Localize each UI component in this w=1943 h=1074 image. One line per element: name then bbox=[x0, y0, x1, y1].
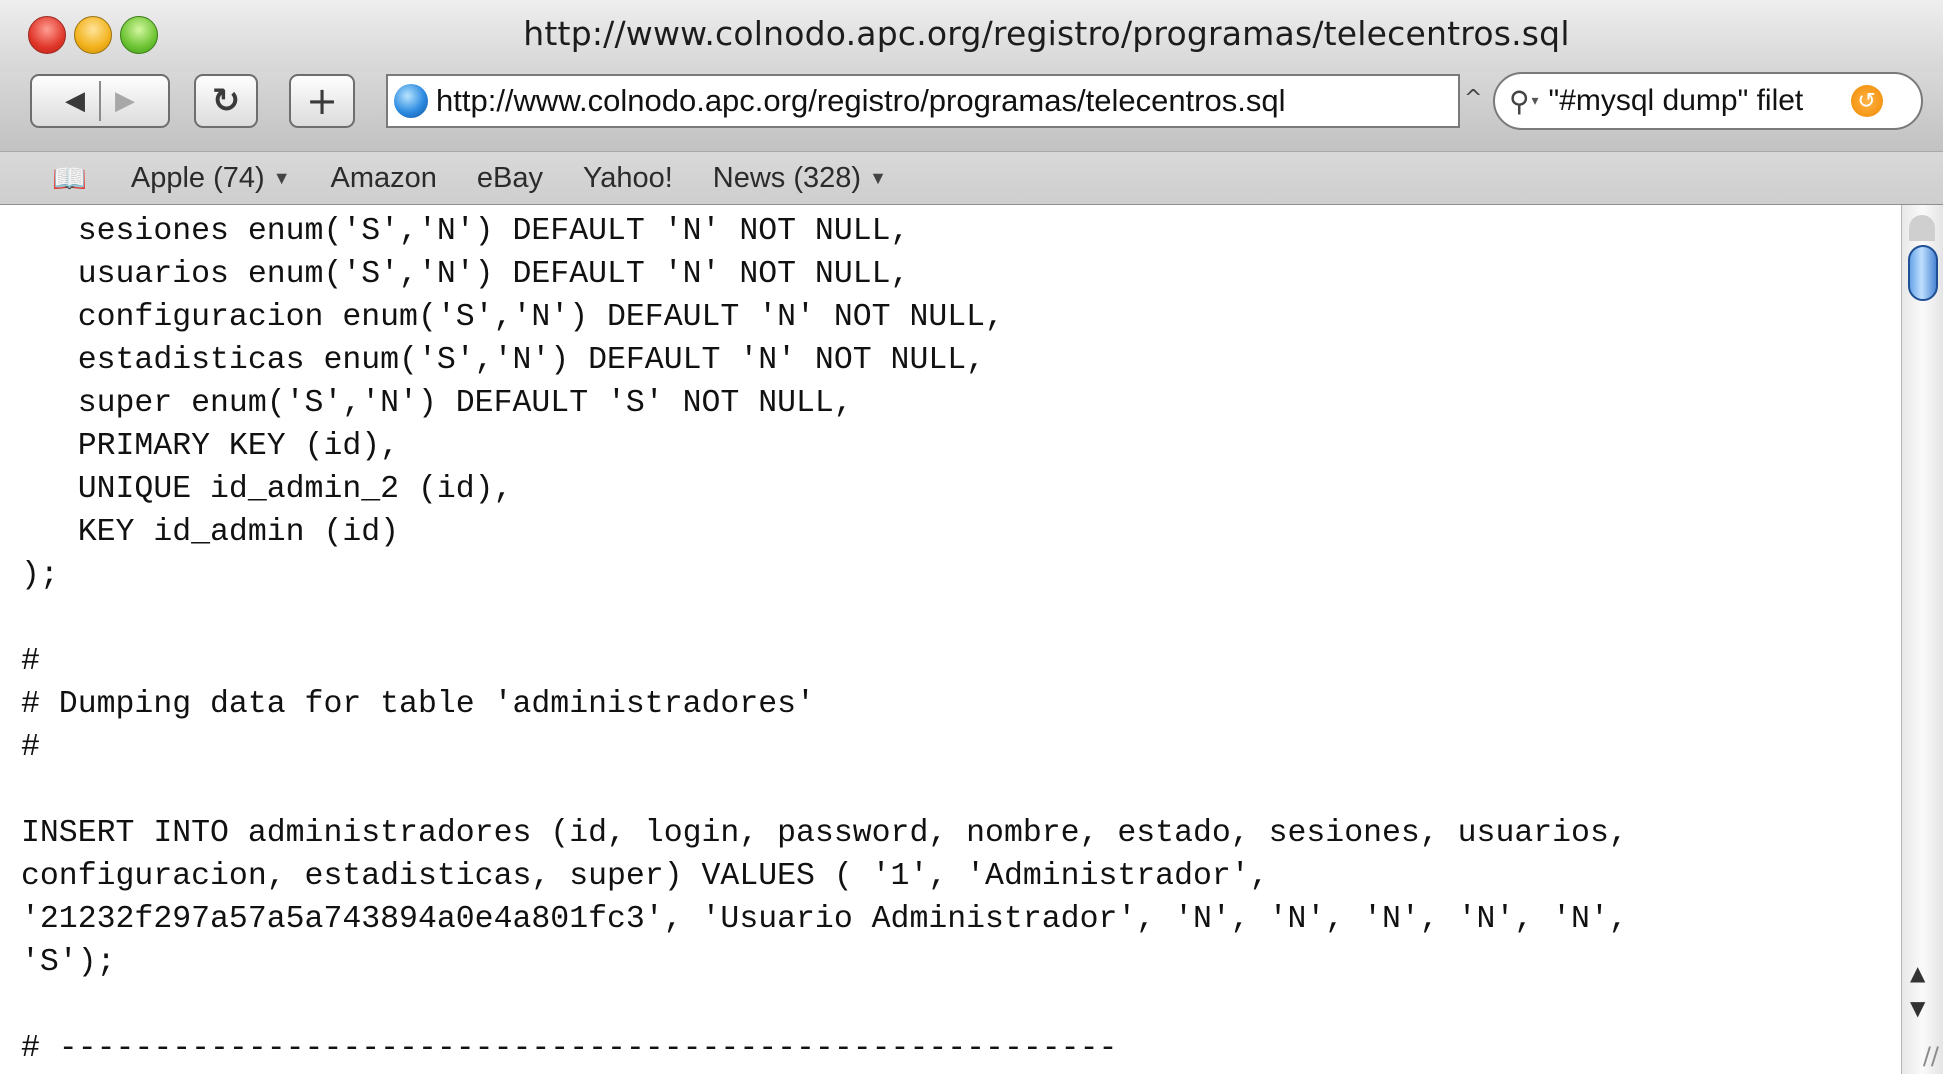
scroll-down-button[interactable]: ▼ bbox=[1910, 996, 1925, 1020]
bookmarks-bar: 📖 Apple (74) ▼ Amazon eBay Yahoo! News (3… bbox=[0, 151, 1943, 205]
search-clear-icon[interactable]: ↺ bbox=[1850, 85, 1883, 117]
nav-divider bbox=[99, 81, 101, 121]
code-line: usuarios enum('S','N') DEFAULT 'N' NOT N… bbox=[21, 257, 910, 292]
bookmark-news[interactable]: News (328) ▼ bbox=[713, 162, 887, 195]
window-title: http://www.colnodo.apc.org/registro/prog… bbox=[523, 14, 1570, 53]
code-line: # bbox=[21, 730, 40, 765]
scrollbar-thumb[interactable] bbox=[1908, 245, 1938, 301]
vertical-scrollbar[interactable]: ▲ ▼ ∕∕ bbox=[1901, 205, 1943, 1074]
search-menu-icon[interactable]: ▾ bbox=[1532, 93, 1539, 109]
globe-icon bbox=[394, 84, 428, 118]
scrollbar-track-top bbox=[1909, 215, 1935, 241]
code-line: super enum('S','N') DEFAULT 'S' NOT NULL… bbox=[21, 386, 853, 421]
code-line: UNIQUE id_admin_2 (id), bbox=[21, 472, 513, 507]
back-button[interactable]: ◀ bbox=[65, 86, 85, 116]
code-line: sesiones enum('S','N') DEFAULT 'N' NOT N… bbox=[21, 214, 910, 249]
add-bookmark-button[interactable]: + bbox=[289, 74, 355, 128]
bookmarks-book-icon[interactable]: 📖 bbox=[52, 162, 87, 195]
address-bar[interactable] bbox=[386, 74, 1460, 128]
bookmark-label: News (328) bbox=[712, 161, 862, 194]
back-forward-buttons: ◀ ▶ bbox=[30, 74, 170, 128]
scroll-up-button[interactable]: ▲ bbox=[1910, 961, 1925, 985]
code-line: ); bbox=[21, 558, 59, 593]
snapback-icon[interactable]: ^ bbox=[1464, 86, 1482, 111]
menu-arrow-icon: ▼ bbox=[869, 167, 887, 188]
code-line: # --------------------------------------… bbox=[21, 1031, 1118, 1066]
sql-text: sesiones enum('S','N') DEFAULT 'N' NOT N… bbox=[21, 210, 1628, 1074]
code-line: estadisticas enum('S','N') DEFAULT 'N' N… bbox=[21, 343, 986, 378]
code-line: # Dumping data for table 'administradore… bbox=[21, 687, 815, 722]
search-field[interactable]: ⚲ ▾ ↺ bbox=[1493, 72, 1923, 130]
bookmark-amazon[interactable]: Amazon bbox=[331, 162, 437, 195]
code-line: KEY id_admin (id) bbox=[21, 515, 400, 550]
code-line: INSERT INTO administradores (id, login, … bbox=[21, 816, 1628, 851]
code-line: # bbox=[21, 644, 40, 679]
code-line: '21232f297a57a5a743894a0e4a801fc3', 'Usu… bbox=[21, 902, 1628, 937]
search-input[interactable] bbox=[1548, 84, 1849, 118]
resize-grip-icon[interactable]: ∕∕ bbox=[1923, 1042, 1939, 1070]
code-line: configuracion enum('S','N') DEFAULT 'N' … bbox=[21, 300, 1004, 335]
page-content: sesiones enum('S','N') DEFAULT 'N' NOT N… bbox=[0, 205, 1901, 1074]
reload-button[interactable]: ↻ bbox=[194, 74, 258, 128]
forward-button[interactable]: ▶ bbox=[115, 86, 135, 116]
bookmark-yahoo[interactable]: Yahoo! bbox=[583, 162, 673, 195]
bookmark-label: Apple (74) bbox=[130, 161, 265, 194]
bookmark-apple[interactable]: Apple (74) ▼ bbox=[131, 162, 291, 195]
url-input[interactable] bbox=[436, 83, 1436, 119]
bookmark-ebay[interactable]: eBay bbox=[477, 162, 543, 195]
code-line: PRIMARY KEY (id), bbox=[21, 429, 400, 464]
search-icon[interactable]: ⚲ bbox=[1509, 85, 1530, 118]
code-line: configuracion, estadisticas, super) VALU… bbox=[21, 859, 1269, 894]
menu-arrow-icon: ▼ bbox=[272, 167, 291, 188]
code-line: 'S'); bbox=[21, 945, 116, 980]
